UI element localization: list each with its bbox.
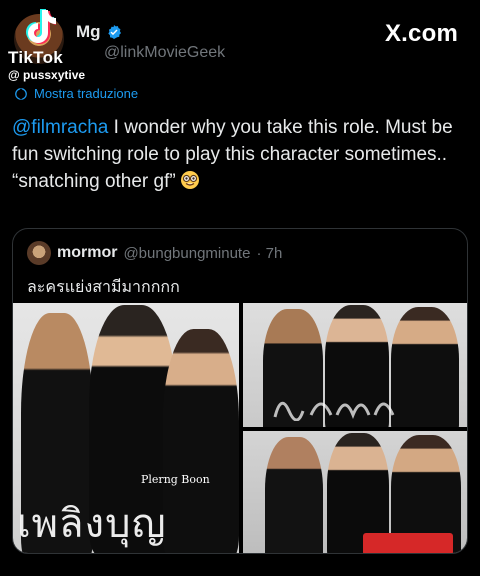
mention-link[interactable]: @filmracha (12, 117, 108, 138)
poster-title: เพลิงบุญ (17, 501, 167, 547)
poster-title-graphic (273, 401, 395, 422)
quote-author-name[interactable]: mormor (57, 244, 117, 262)
quote-avatar[interactable] (27, 241, 51, 265)
translate-icon (15, 87, 27, 100)
poster-image-top-right[interactable] (243, 303, 467, 427)
poster-image-left[interactable]: Plerng Boon เพลิงบุญ (13, 303, 239, 553)
tiktok-watermark: TikTok (8, 48, 64, 67)
poster-title-watermark (271, 387, 411, 427)
translate-link[interactable]: Mostra traduzione (14, 86, 138, 101)
tiktok-logo-icon (26, 9, 56, 44)
quoted-tweet-card[interactable]: mormor @bungbungminute · 7h ละครแย่งสามี… (12, 228, 468, 554)
author-handle[interactable]: @linkMovieGeek (104, 44, 225, 62)
figure-right (163, 329, 239, 553)
quote-author-handle[interactable]: @bungbungminute (123, 245, 250, 262)
poster-image-bottom-right[interactable] (243, 431, 467, 553)
site-label: X.com (384, 20, 458, 47)
verified-badge-icon (107, 25, 121, 39)
poster-credit: Plerng Boon (141, 473, 210, 486)
nerd-face-emoji-icon (180, 171, 199, 189)
translate-label: Mostra traduzione (34, 86, 139, 101)
quote-timestamp: · 7h (256, 244, 283, 262)
figure-left (265, 437, 323, 553)
quote-text: ละครแย่งสามีมากกกก (27, 277, 180, 296)
tweet-text: @filmracha I wonder why you take this ro… (12, 114, 474, 195)
tiktok-username: @ pussxytive (8, 68, 86, 82)
author-name-text: Mg (76, 22, 101, 41)
red-label-shape (363, 533, 453, 553)
author-name[interactable]: Mg (76, 22, 122, 42)
quote-header: mormor @bungbungminute · 7h (27, 241, 282, 265)
